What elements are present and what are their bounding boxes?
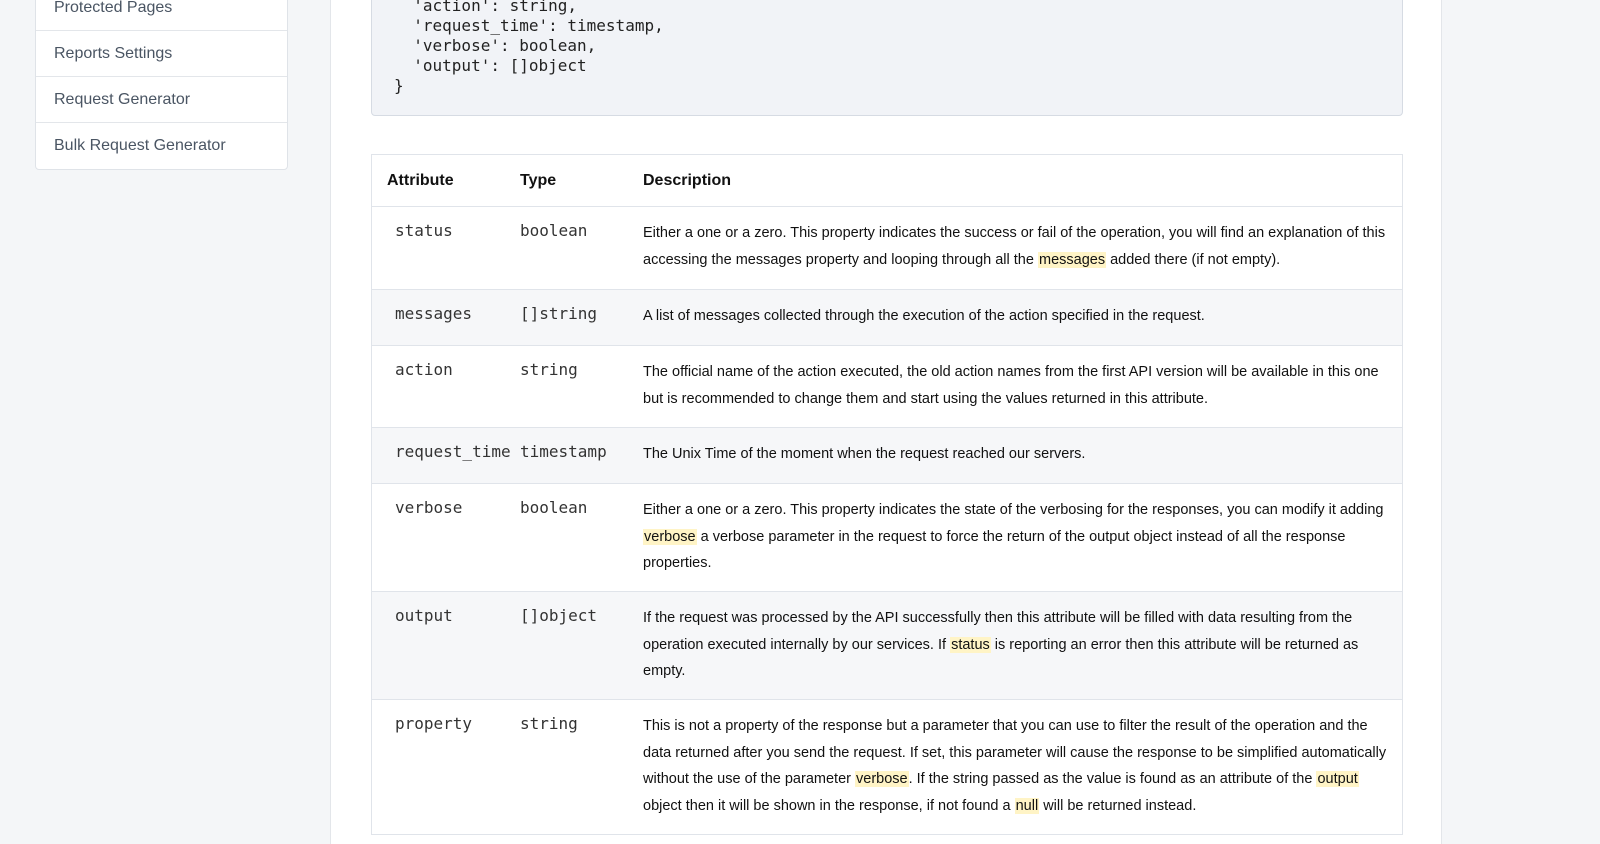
type-cell: []string bbox=[520, 304, 598, 323]
table-row: messages []string A list of messages col… bbox=[372, 290, 1402, 346]
attribute-cell: messages bbox=[395, 304, 473, 323]
column-header-attribute: Attribute bbox=[387, 171, 454, 189]
description-cell: This is not a property of the response b… bbox=[643, 700, 1402, 834]
description-cell: Either a one or a zero. This property in… bbox=[643, 207, 1402, 289]
description-text: The Unix Time of the moment when the req… bbox=[643, 446, 1086, 462]
table-row: verbose boolean Either a one or a zero. … bbox=[372, 484, 1402, 592]
sidebar-item-protected-pages[interactable]: Protected Pages bbox=[36, 0, 287, 31]
column-header-description: Description bbox=[643, 171, 732, 189]
code-line: 'action': string, bbox=[394, 0, 578, 15]
description-text: added there (if not empty). bbox=[1106, 251, 1281, 268]
highlighted-term: verbose bbox=[643, 528, 697, 545]
highlighted-term: status bbox=[950, 636, 991, 653]
type-cell: timestamp bbox=[520, 442, 607, 461]
table-row: status boolean Either a one or a zero. T… bbox=[372, 207, 1402, 290]
sidebar-item-reports-settings[interactable]: Reports Settings bbox=[36, 31, 287, 77]
attribute-cell: status bbox=[395, 221, 453, 240]
table-row: property string This is not a property o… bbox=[372, 700, 1402, 834]
description-text: object then it will be shown in the resp… bbox=[643, 797, 1015, 814]
highlighted-term: messages bbox=[1037, 251, 1107, 268]
main-content: 'action': string, 'request_time': timest… bbox=[330, 0, 1442, 844]
description-cell: Either a one or a zero. This property in… bbox=[643, 484, 1402, 591]
attributes-table: Attribute Type Description status boolea… bbox=[371, 154, 1403, 835]
table-header-row: Attribute Type Description bbox=[372, 155, 1402, 207]
column-header-type: Type bbox=[520, 171, 557, 189]
description-text: . If the string passed as the value is f… bbox=[908, 771, 1317, 787]
description-cell: If the request was processed by the API … bbox=[643, 592, 1402, 699]
attribute-cell: action bbox=[395, 360, 453, 379]
highlighted-term: output bbox=[1316, 771, 1359, 787]
description-text: The official name of the action executed… bbox=[643, 364, 1379, 407]
attribute-cell: output bbox=[395, 606, 453, 625]
code-line: 'request_time': timestamp, bbox=[394, 16, 664, 35]
table-row: action string The official name of the a… bbox=[372, 346, 1402, 428]
sidebar-item-bulk-request-generator[interactable]: Bulk Request Generator bbox=[36, 123, 287, 169]
highlighted-term: verbose bbox=[855, 771, 909, 787]
description-cell: The Unix Time of the moment when the req… bbox=[643, 428, 1402, 483]
highlighted-term: null bbox=[1014, 797, 1040, 814]
attribute-cell: request_time bbox=[395, 442, 511, 461]
description-text: a verbose parameter in the request to fo… bbox=[643, 528, 1346, 572]
sidebar-item-request-generator[interactable]: Request Generator bbox=[36, 77, 287, 123]
type-cell: string bbox=[520, 714, 578, 733]
type-cell: string bbox=[520, 360, 578, 379]
description-text: Either a one or a zero. This property in… bbox=[643, 502, 1384, 518]
code-block: 'action': string, 'request_time': timest… bbox=[371, 0, 1403, 116]
description-text: will be returned instead. bbox=[1039, 797, 1197, 814]
code-line: 'verbose': boolean, bbox=[394, 36, 597, 55]
description-text: A list of messages collected through the… bbox=[643, 308, 1205, 324]
code-line: 'output': []object bbox=[394, 56, 587, 75]
table-row: output []object If the request was proce… bbox=[372, 592, 1402, 700]
type-cell: boolean bbox=[520, 498, 588, 517]
attribute-cell: property bbox=[395, 714, 473, 733]
type-cell: boolean bbox=[520, 221, 588, 240]
description-cell: The official name of the action executed… bbox=[643, 346, 1402, 427]
sidebar-nav: Protected Pages Reports Settings Request… bbox=[35, 0, 288, 170]
code-line: } bbox=[394, 76, 404, 95]
attribute-cell: verbose bbox=[395, 498, 463, 517]
type-cell: []object bbox=[520, 606, 598, 625]
table-row: request_time timestamp The Unix Time of … bbox=[372, 428, 1402, 484]
description-cell: A list of messages collected through the… bbox=[643, 290, 1402, 345]
